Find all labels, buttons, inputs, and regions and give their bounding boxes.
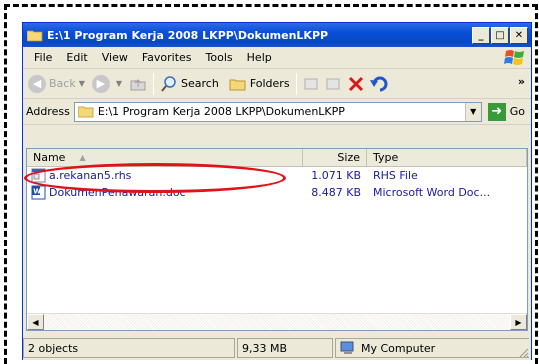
column-header-name[interactable]: Name ▲ — [27, 149, 303, 166]
toolbar-separator — [153, 72, 155, 95]
column-header-size[interactable]: Size — [303, 149, 367, 166]
file-name: a.rekanan5.rhs — [49, 169, 132, 182]
rhs-file-icon — [31, 168, 46, 183]
delete-icon — [348, 76, 363, 91]
back-arrow-icon: ◀ — [28, 74, 46, 93]
windows-logo-icon — [504, 50, 524, 65]
file-row[interactable]: W DokumenPenawaran.doc 8.487 KB Microsof… — [27, 184, 527, 201]
column-size-label: Size — [337, 151, 360, 164]
column-header-type[interactable]: Type — [367, 149, 527, 166]
search-icon — [161, 75, 176, 92]
file-list[interactable]: Name ▲ Size Type a.rekanan5.rhs 1.071 KB… — [26, 148, 528, 331]
minimize-button[interactable]: _ — [472, 26, 490, 44]
folders-button[interactable]: Folders — [227, 72, 292, 96]
sort-ascending-icon: ▲ — [79, 153, 86, 162]
address-dropdown-button[interactable]: ▼ — [464, 102, 481, 121]
scrollbar-track[interactable] — [44, 314, 510, 330]
maximize-button[interactable]: □ — [491, 26, 509, 44]
move-to-button[interactable] — [301, 72, 323, 96]
horizontal-scrollbar[interactable]: ◀ ▶ — [27, 313, 527, 330]
resize-grip-icon[interactable] — [517, 346, 529, 358]
svg-text:W: W — [33, 188, 41, 196]
word-doc-icon: W — [31, 185, 46, 200]
file-size: 1.071 KB — [311, 169, 361, 182]
file-name: DokumenPenawaran.doc — [49, 186, 186, 199]
title-bar[interactable]: E:\1 Program Kerja 2008 LKPP\DokumenLKPP… — [23, 23, 531, 47]
status-location: My Computer — [335, 338, 529, 358]
menu-file[interactable]: File — [27, 51, 59, 64]
explorer-window: E:\1 Program Kerja 2008 LKPP\DokumenLKPP… — [22, 22, 532, 360]
file-type: Microsoft Word Doc... — [373, 186, 491, 199]
address-bar: Address E:\1 Program Kerja 2008 LKPP\Dok… — [23, 99, 531, 125]
toolbar-overflow-chevron-icon[interactable]: » — [518, 75, 525, 88]
scroll-left-icon[interactable]: ◀ — [27, 314, 44, 330]
menu-help[interactable]: Help — [240, 51, 279, 64]
file-size: 8.487 KB — [311, 186, 361, 199]
move-to-icon — [304, 78, 318, 89]
file-type: RHS File — [373, 169, 418, 182]
search-button[interactable]: Search — [158, 72, 221, 96]
column-headers: Name ▲ Size Type — [27, 149, 527, 167]
folder-icon — [27, 30, 43, 41]
go-button[interactable]: ➜ Go — [487, 102, 525, 121]
window-title: E:\1 Program Kerja 2008 LKPP\DokumenLKPP — [47, 28, 329, 42]
folders-icon — [229, 79, 246, 90]
status-size: 9,33 MB — [237, 338, 333, 358]
address-label: Address — [26, 105, 70, 118]
folders-label: Folders — [249, 77, 290, 90]
back-button[interactable]: ◀ Back ▼ — [26, 72, 90, 96]
close-button[interactable]: ✕ — [510, 26, 528, 44]
go-label: Go — [509, 105, 525, 118]
status-objects: 2 objects — [23, 338, 235, 358]
toolbar: ◀ Back ▼ ▶ ▼ Search Folders » — [23, 69, 531, 99]
copy-to-icon — [326, 78, 340, 89]
undo-icon — [369, 76, 388, 91]
forward-button[interactable]: ▶ ▼ — [90, 72, 127, 96]
column-type-label: Type — [373, 151, 399, 164]
menu-bar: File Edit View Favorites Tools Help — [23, 47, 531, 69]
copy-to-button[interactable] — [323, 72, 345, 96]
scroll-right-icon[interactable]: ▶ — [510, 314, 527, 330]
toolbar-separator — [295, 72, 297, 95]
go-arrow-icon: ➜ — [487, 102, 506, 121]
undo-button[interactable] — [367, 72, 391, 96]
back-label: Back — [49, 77, 76, 90]
file-row[interactable]: a.rekanan5.rhs 1.071 KB RHS File — [27, 167, 527, 184]
search-label: Search — [181, 77, 219, 90]
up-folder-icon — [130, 78, 146, 90]
address-input[interactable]: E:\1 Program Kerja 2008 LKPP\DokumenLKPP… — [73, 101, 482, 122]
status-location-label: My Computer — [361, 341, 436, 355]
address-value: E:\1 Program Kerja 2008 LKPP\DokumenLKPP — [97, 105, 345, 118]
delete-button[interactable] — [345, 72, 367, 96]
forward-arrow-icon: ▶ — [91, 74, 110, 93]
up-folder-button[interactable] — [127, 72, 149, 96]
my-computer-icon — [340, 341, 354, 354]
chevron-down-icon: ▼ — [115, 79, 123, 88]
menu-edit[interactable]: Edit — [59, 51, 94, 64]
menu-tools[interactable]: Tools — [199, 51, 240, 64]
folder-icon — [77, 106, 94, 118]
menu-favorites[interactable]: Favorites — [135, 51, 199, 64]
status-bar: 2 objects 9,33 MB My Computer — [23, 336, 531, 360]
column-name-label: Name — [33, 151, 66, 164]
chevron-down-icon: ▼ — [78, 79, 85, 88]
menu-view[interactable]: View — [95, 51, 135, 64]
